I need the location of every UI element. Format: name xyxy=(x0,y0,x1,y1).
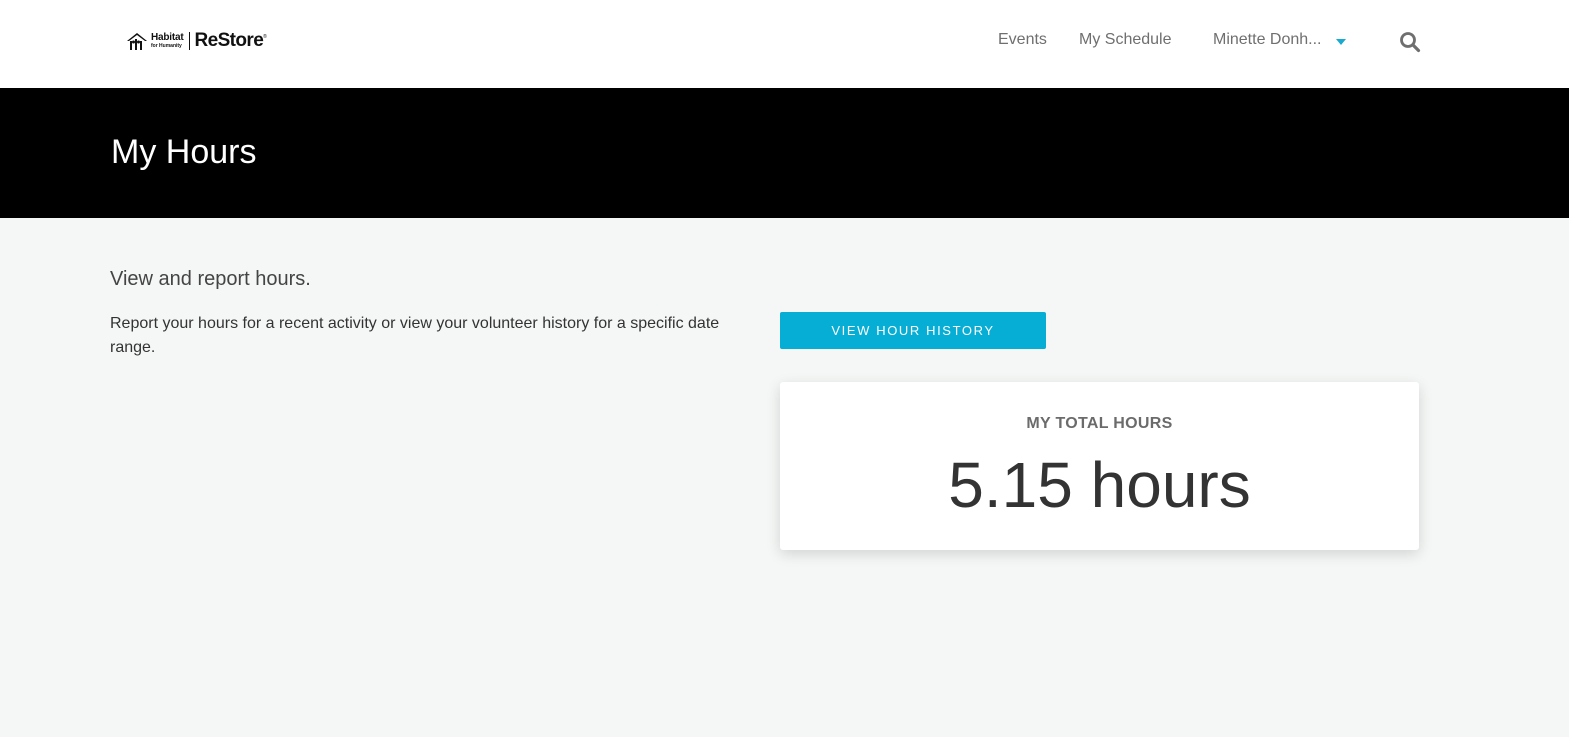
chevron-down-icon xyxy=(1335,38,1346,45)
logo-trademark: ® xyxy=(263,34,267,40)
top-navigation: Habitat for Humanity ReStore ® Events My… xyxy=(0,0,1569,88)
page-title: My Hours xyxy=(111,133,257,171)
intro-text: Report your hours for a recent activity … xyxy=(110,315,720,356)
user-menu-toggle[interactable]: Minette Donh... xyxy=(1213,31,1346,49)
logo-habitat-text: Habitat for Humanity xyxy=(151,33,184,49)
section-subheading: View and report hours. xyxy=(110,268,311,290)
habitat-house-icon xyxy=(127,33,147,50)
total-hours-card: MY TOTAL HOURS 5.15 hours xyxy=(780,382,1419,550)
page-header-banner: My Hours xyxy=(0,88,1569,218)
total-hours-label: MY TOTAL HOURS xyxy=(1026,415,1173,432)
logo-line2: for Humanity xyxy=(151,43,182,49)
nav-link-my-schedule[interactable]: My Schedule xyxy=(1079,31,1172,49)
nav-link-events[interactable]: Events xyxy=(998,31,1047,49)
logo-product-name: ReStore xyxy=(194,30,264,51)
logo-divider xyxy=(188,32,190,50)
habitat-restore-logo[interactable]: Habitat for Humanity ReStore ® xyxy=(126,28,267,54)
logo-line1: Habitat xyxy=(151,32,184,43)
search-icon[interactable] xyxy=(1399,31,1421,53)
view-hour-history-button[interactable]: VIEW HOUR HISTORY xyxy=(780,312,1046,349)
total-hours-value: 5.15 hours xyxy=(948,449,1251,521)
user-name: Minette Donh... xyxy=(1213,31,1322,48)
